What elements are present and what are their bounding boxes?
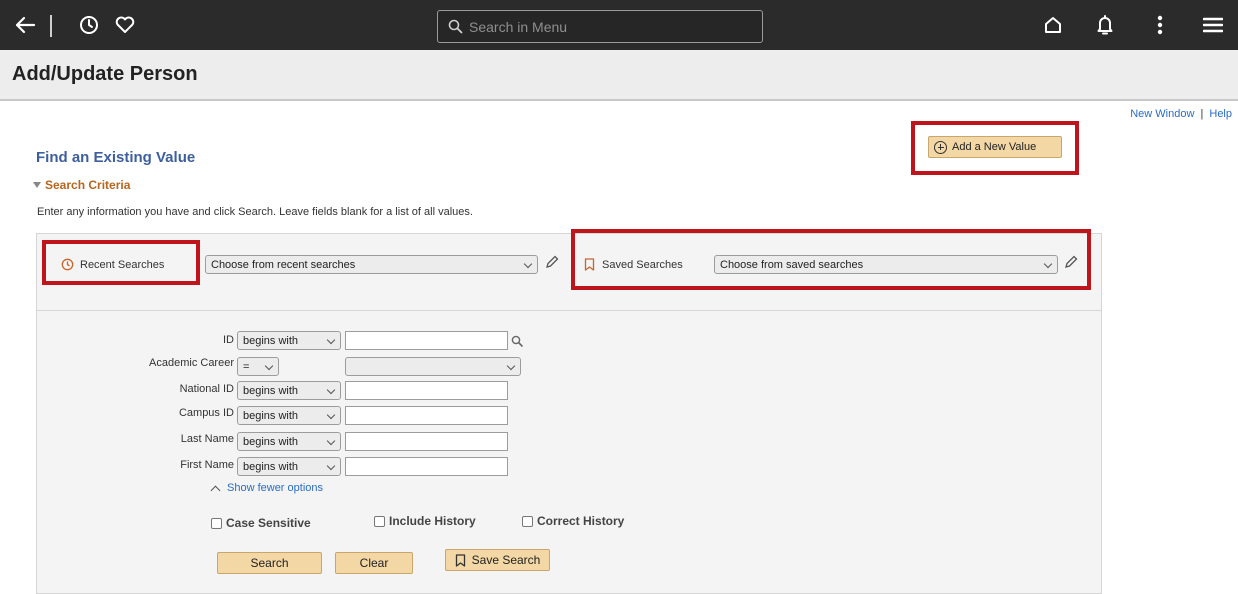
bookmark-icon [455, 553, 465, 567]
last-name-input[interactable] [345, 432, 508, 451]
academic-career-value-select[interactable] [345, 357, 521, 376]
case-sensitive-label: Case Sensitive [226, 516, 311, 530]
chevron-down-icon [326, 461, 336, 471]
recent-searches-select-value: Choose from recent searches [211, 258, 356, 271]
academic-career-label: Academic Career [149, 357, 234, 369]
national-id-input[interactable] [345, 381, 508, 400]
new-window-link[interactable]: New Window [1130, 108, 1194, 120]
last-name-operator-select[interactable]: begins with [237, 432, 341, 451]
notifications-bell-icon[interactable] [1090, 0, 1120, 50]
last-name-operator-value: begins with [243, 435, 299, 448]
recent-searches-select[interactable]: Choose from recent searches [205, 255, 538, 274]
checkbox-box[interactable] [522, 515, 533, 527]
highlight-box-saved-searches [571, 229, 1091, 290]
chevron-down-icon [326, 335, 336, 345]
highlight-box-add-new-value [911, 121, 1079, 175]
campus-id-label: Campus ID [178, 407, 234, 419]
save-search-button-label: Save Search [471, 553, 541, 567]
first-name-operator-select[interactable]: begins with [237, 457, 341, 476]
campus-id-operator-select[interactable]: begins with [237, 406, 341, 425]
checkbox-box[interactable] [374, 515, 385, 527]
chevron-down-icon [326, 385, 336, 395]
campus-id-input[interactable] [345, 406, 508, 425]
search-fields-panel [36, 311, 1102, 594]
checkbox-box[interactable] [211, 517, 222, 529]
home-icon[interactable] [1038, 0, 1068, 50]
search-criteria-label: Search Criteria [45, 178, 131, 192]
find-existing-value-title: Find an Existing Value [36, 149, 196, 166]
chevron-down-icon [326, 436, 336, 446]
toolbar-divider [50, 15, 52, 37]
top-navigation-bar [0, 0, 1238, 50]
correct-history-checkbox[interactable]: Correct History [522, 514, 624, 528]
clear-button[interactable]: Clear [335, 552, 413, 574]
id-operator-value: begins with [243, 334, 299, 347]
id-operator-select[interactable]: begins with [237, 331, 341, 350]
menu-search-field[interactable] [437, 10, 763, 43]
edit-pencil-icon[interactable] [544, 254, 560, 270]
show-fewer-options-label: Show fewer options [227, 482, 323, 494]
clear-button-label: Clear [359, 556, 389, 570]
chevron-down-icon [506, 361, 516, 371]
academic-career-operator-select[interactable]: = [237, 357, 279, 376]
show-fewer-options-link[interactable]: Show fewer options [210, 482, 323, 495]
page-header: Add/Update Person [0, 50, 1238, 101]
search-instructions: Enter any information you have and click… [37, 206, 473, 218]
lookup-search-icon[interactable] [511, 335, 523, 347]
link-separator: | [1200, 108, 1204, 120]
national-id-operator-value: begins with [243, 384, 299, 397]
include-history-checkbox[interactable]: Include History [374, 514, 476, 528]
search-icon [448, 19, 463, 34]
correct-history-label: Correct History [537, 514, 625, 528]
national-id-label: National ID [179, 383, 234, 395]
chevron-down-icon [523, 259, 533, 269]
first-name-operator-value: begins with [243, 460, 299, 473]
first-name-input[interactable] [345, 457, 508, 476]
header-links: New Window | Help [1130, 108, 1232, 120]
national-id-operator-select[interactable]: begins with [237, 381, 341, 400]
menu-search-input[interactable] [469, 18, 749, 35]
page-title: Add/Update Person [12, 63, 198, 85]
academic-career-operator-value: = [243, 360, 250, 373]
highlight-box-recent-searches [42, 240, 200, 285]
include-history-label: Include History [389, 514, 476, 528]
case-sensitive-checkbox[interactable]: Case Sensitive [211, 516, 311, 530]
id-input[interactable] [345, 331, 508, 350]
campus-id-operator-value: begins with [243, 409, 299, 422]
chevron-up-icon [210, 485, 221, 495]
chevron-down-icon [326, 410, 336, 420]
search-button-label: Search [250, 556, 289, 570]
collapse-triangle-icon [33, 182, 41, 188]
more-options-icon[interactable] [1148, 0, 1172, 50]
chevron-down-icon [264, 361, 274, 371]
history-clock-icon[interactable] [74, 0, 104, 50]
first-name-label: First Name [180, 459, 234, 471]
back-arrow-icon[interactable] [8, 0, 42, 50]
last-name-label: Last Name [180, 433, 234, 445]
id-label: ID [223, 334, 234, 346]
menu-icon[interactable] [1198, 0, 1228, 50]
search-criteria-toggle[interactable]: Search Criteria [33, 178, 130, 192]
save-search-button[interactable]: Save Search [445, 549, 550, 571]
help-link[interactable]: Help [1209, 108, 1232, 120]
search-button[interactable]: Search [217, 552, 322, 574]
favorites-heart-icon[interactable] [110, 0, 140, 50]
